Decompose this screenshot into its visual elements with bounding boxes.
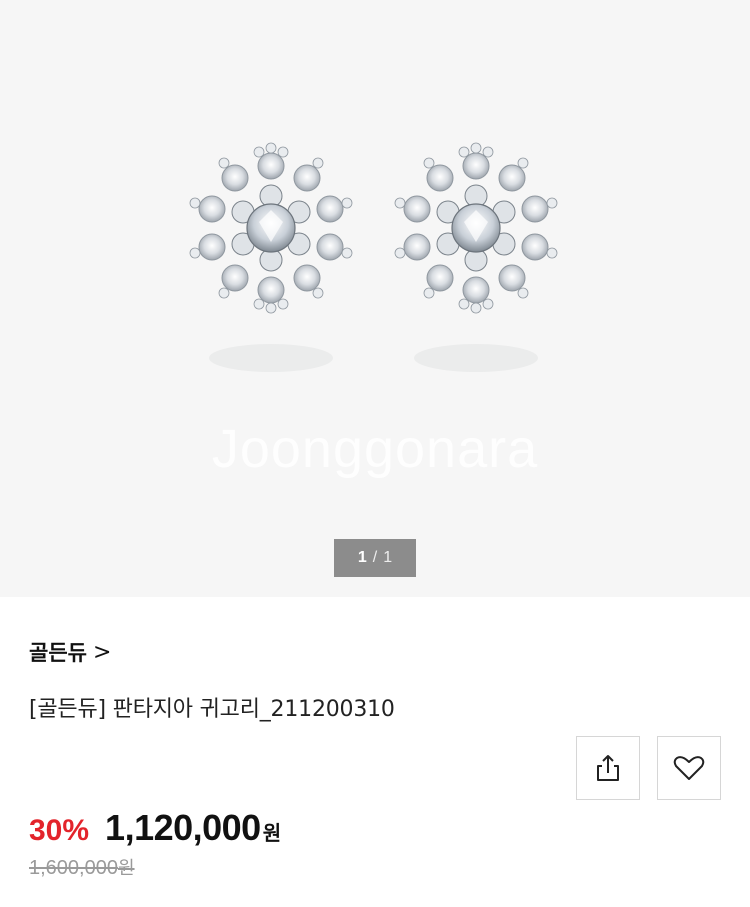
share-button[interactable] [576, 736, 640, 800]
earrings-image [189, 142, 558, 372]
original-price-value: 1,600,000 [29, 857, 118, 879]
brand-name: 골든듀 [29, 641, 87, 665]
heart-icon [673, 756, 705, 780]
original-price-unit: 원 [117, 858, 135, 878]
product-title: [골든듀] 판타지아 귀고리_211200310 [29, 697, 395, 722]
image-pager: 1 / 1 [334, 539, 416, 577]
pager-total: 1 [383, 549, 393, 566]
wishlist-button[interactable] [657, 736, 721, 800]
chevron-right-icon: > [92, 639, 112, 665]
original-price: 1,600,000원 [29, 854, 135, 880]
discount-rate: 30% [29, 814, 90, 847]
pager-separator: / [372, 549, 378, 566]
price-unit: 원 [262, 821, 282, 845]
watermark-text: Joonggonara [211, 419, 539, 479]
price-row: 30% 1,120,000 원 [29, 807, 281, 849]
product-info: 골든듀 > [골든듀] 판타지아 귀고리_211200310 30% 1,120… [0, 597, 750, 907]
brand-link[interactable]: 골든듀 > [29, 637, 111, 667]
product-image-gallery[interactable]: Joonggonara 1 / 1 [0, 0, 750, 597]
share-icon [597, 755, 619, 781]
sale-price: 1,120,000 [105, 807, 261, 848]
pager-current: 1 [357, 549, 367, 566]
